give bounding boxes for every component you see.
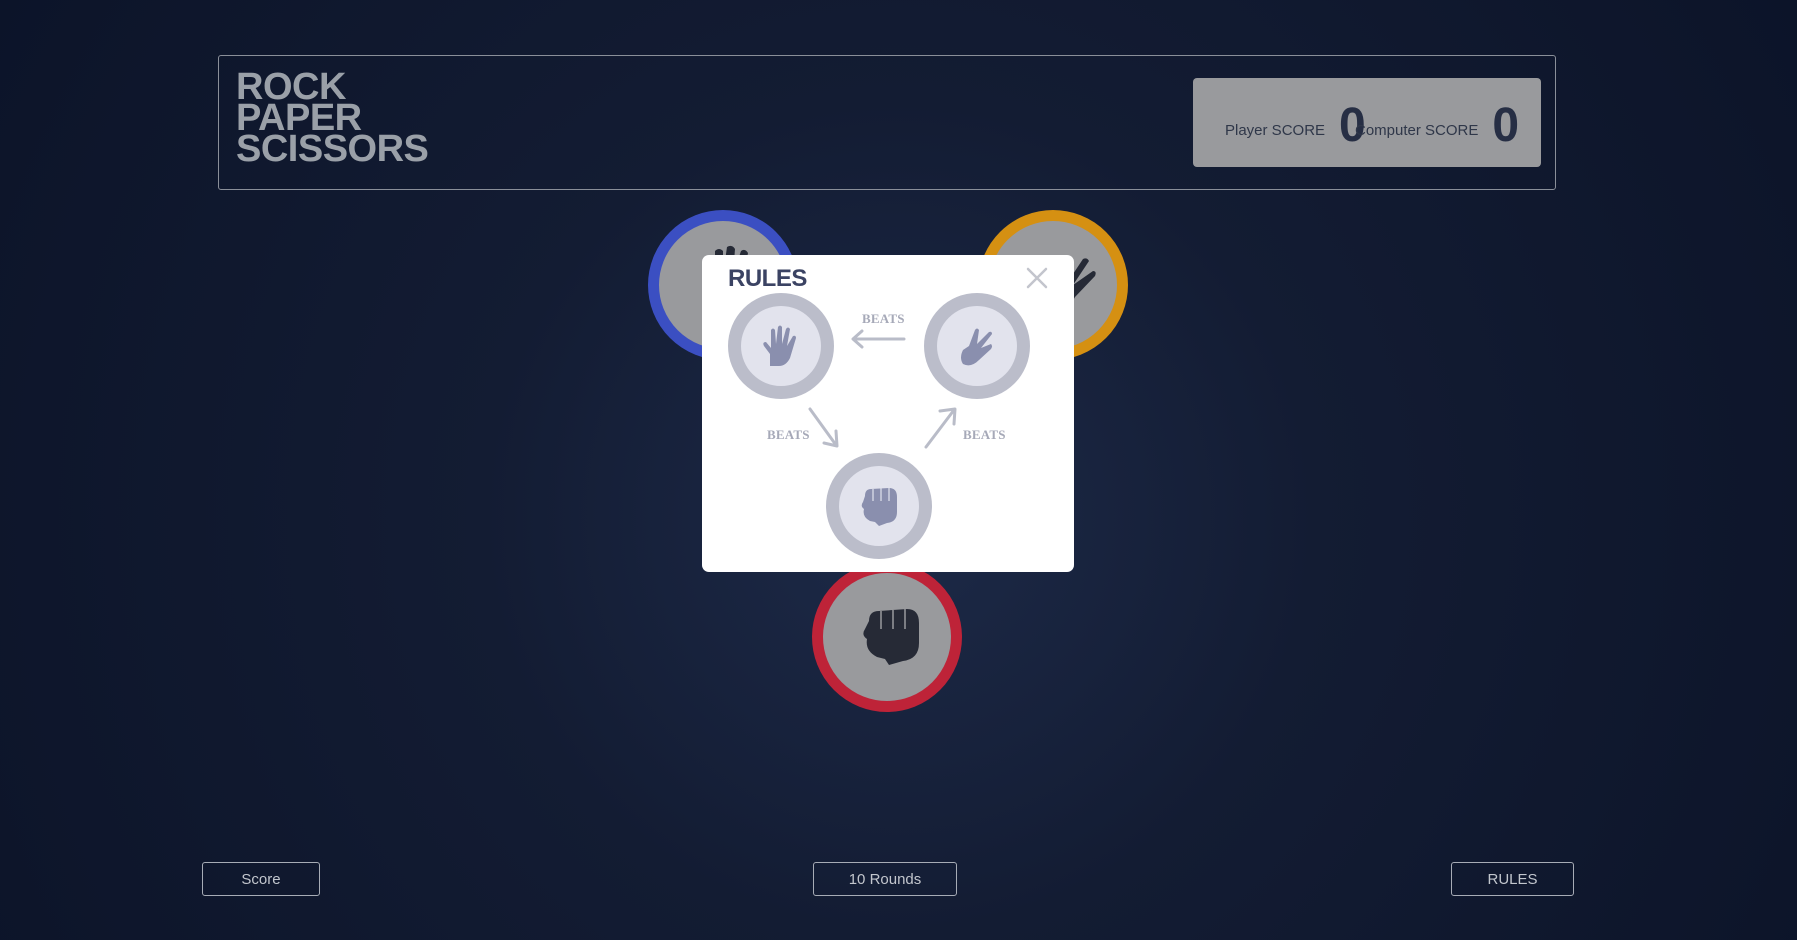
arrow-up-right-icon [924, 407, 957, 449]
rule-rock-circle [826, 453, 932, 559]
beats-label-top: BEATS [862, 311, 905, 326]
title-line-scissors: SCISSORS [236, 128, 429, 170]
rules-modal-title: RULES [728, 265, 807, 292]
player-score: Player SCORE 0 [1225, 92, 1366, 152]
header-bar: ROCK PAPER SCISSORS Player SCORE 0 Comput… [218, 55, 1556, 190]
close-icon [1026, 267, 1048, 289]
fist-icon [863, 609, 919, 665]
arrow-left-icon [851, 329, 906, 349]
rounds-button[interactable]: 10 Rounds [813, 862, 957, 896]
arrow-down-right-icon [808, 407, 839, 448]
score-button[interactable]: Score [202, 862, 320, 896]
computer-score-value: 0 [1492, 99, 1520, 152]
computer-score-label: Computer SCORE [1355, 122, 1479, 139]
beats-label-left: BEATS [767, 427, 810, 442]
rules-button[interactable]: RULES [1451, 862, 1574, 896]
rock-choice-button[interactable] [812, 562, 962, 712]
game-title: ROCK PAPER SCISSORS [236, 68, 429, 170]
close-button[interactable] [1022, 263, 1052, 293]
scoreboard: Player SCORE 0 Computer SCORE 0 [1193, 78, 1541, 167]
hand-peace-icon [961, 328, 992, 366]
hand-open-icon [763, 325, 796, 366]
beats-label-right: BEATS [963, 427, 1006, 442]
player-score-label: Player SCORE [1225, 122, 1326, 139]
fist-icon [861, 488, 897, 526]
rules-modal: RULES BEATS BEATS BEATS [702, 255, 1074, 572]
rule-scissors-circle [924, 293, 1030, 399]
computer-score: Computer SCORE 0 [1355, 92, 1519, 152]
rule-paper-circle [728, 293, 834, 399]
